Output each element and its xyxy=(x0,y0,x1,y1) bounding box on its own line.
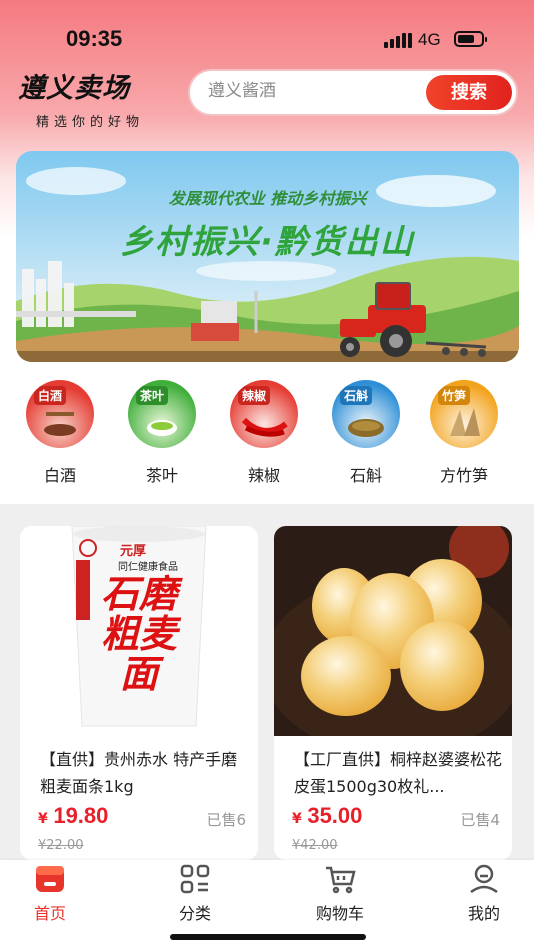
search-bar[interactable]: 搜索 xyxy=(188,69,518,116)
brand-subtitle: 精选你的好物 xyxy=(36,115,145,130)
product-title: 【工厂直供】桐梓赵婆婆松花皮蛋1500g30枚礼... xyxy=(294,750,503,796)
category-label: 石斛 xyxy=(349,466,382,485)
category-chili[interactable]: 辣椒 辣椒 xyxy=(224,380,304,486)
tab-cart[interactable]: 购物车 xyxy=(290,860,390,924)
category-dendrobium[interactable]: 石斛 石斛 xyxy=(326,380,406,486)
product-image xyxy=(274,526,512,756)
tab-label: 我的 xyxy=(467,904,500,923)
product-feed: 元厚 同仁健康食品 石磨粗麦面 【直供】贵州赤水 特产手磨粗麦面条1kg ¥ 1… xyxy=(0,504,534,860)
banner-tagline: 发展现代农业 推动乡村振兴 xyxy=(168,189,367,208)
promo-banner[interactable]: 发展现代农业 推动乡村振兴 乡村振兴·黔货出山 xyxy=(16,151,519,362)
brand-logo: 遵义卖场 精选你的好物 xyxy=(18,66,144,130)
tea-icon: 茶叶 xyxy=(128,380,196,448)
category-row: 白酒 白酒 茶叶 茶叶 辣椒 辣椒 石斛 石斛 竹笋 方竹笋 xyxy=(0,372,534,504)
category-label: 白酒 xyxy=(43,466,76,485)
baijiu-icon: 白酒 xyxy=(26,380,94,448)
signal-icon xyxy=(384,32,412,48)
product-card[interactable]: 元厚 同仁健康食品 石磨粗麦面 【直供】贵州赤水 特产手磨粗麦面条1kg ¥ 1… xyxy=(20,526,258,860)
search-button[interactable]: 搜索 xyxy=(426,75,512,110)
product-image: 元厚 同仁健康食品 石磨粗麦面 xyxy=(20,526,258,736)
network-type: 4G xyxy=(418,30,441,49)
category-baijiu[interactable]: 白酒 白酒 xyxy=(20,380,100,486)
cart-icon xyxy=(326,866,356,894)
category-label: 方竹笋 xyxy=(439,466,488,485)
original-price: ¥22.00 xyxy=(38,838,84,853)
profile-icon xyxy=(470,864,498,894)
tab-label: 分类 xyxy=(178,904,211,923)
sold-count: 已售4 xyxy=(460,811,500,829)
status-bar: 09:35 4G xyxy=(0,0,534,64)
tab-label: 首页 xyxy=(33,904,66,923)
package-brand: 元厚 xyxy=(120,544,147,559)
home-indicator xyxy=(170,934,366,940)
package-tag: 同仁健康食品 xyxy=(118,562,178,573)
product-price: ¥ 19.80 xyxy=(38,803,108,829)
sold-count: 已售6 xyxy=(206,811,246,829)
product-card[interactable]: 【工厂直供】桐梓赵婆婆松花皮蛋1500g30枚礼... ¥ 35.00 已售4 … xyxy=(274,526,512,860)
category-label: 辣椒 xyxy=(247,466,280,485)
home-store-icon xyxy=(36,866,64,892)
search-input[interactable] xyxy=(208,81,418,101)
tab-profile[interactable]: 我的 xyxy=(434,860,534,924)
dendrobium-icon: 石斛 xyxy=(332,380,400,448)
category-grid-icon xyxy=(180,864,210,894)
tab-home[interactable]: 首页 xyxy=(0,860,100,924)
status-time: 09:35 xyxy=(66,26,123,51)
package-name: 石磨粗麦面 xyxy=(100,572,177,696)
chili-icon: 辣椒 xyxy=(230,380,298,448)
banner-title: 乡村振兴·黔货出山 xyxy=(120,222,415,261)
category-bamboo-shoot[interactable]: 竹笋 方竹笋 xyxy=(424,380,504,486)
price-symbol: ¥ xyxy=(38,811,48,827)
brand-title: 遵义卖场 xyxy=(18,73,130,104)
category-label: 茶叶 xyxy=(145,466,178,485)
tab-label: 购物车 xyxy=(315,904,364,923)
price-value: 19.80 xyxy=(53,803,109,828)
tab-category[interactable]: 分类 xyxy=(145,860,245,924)
price-symbol: ¥ xyxy=(292,811,302,827)
original-price: ¥42.00 xyxy=(292,838,338,853)
battery-icon xyxy=(454,31,487,47)
price-value: 35.00 xyxy=(307,803,363,828)
product-price: ¥ 35.00 xyxy=(292,803,362,829)
product-title: 【直供】贵州赤水 特产手磨粗麦面条1kg xyxy=(40,750,238,796)
bamboo-shoot-icon: 竹笋 xyxy=(430,380,498,448)
category-tea[interactable]: 茶叶 茶叶 xyxy=(122,380,202,486)
